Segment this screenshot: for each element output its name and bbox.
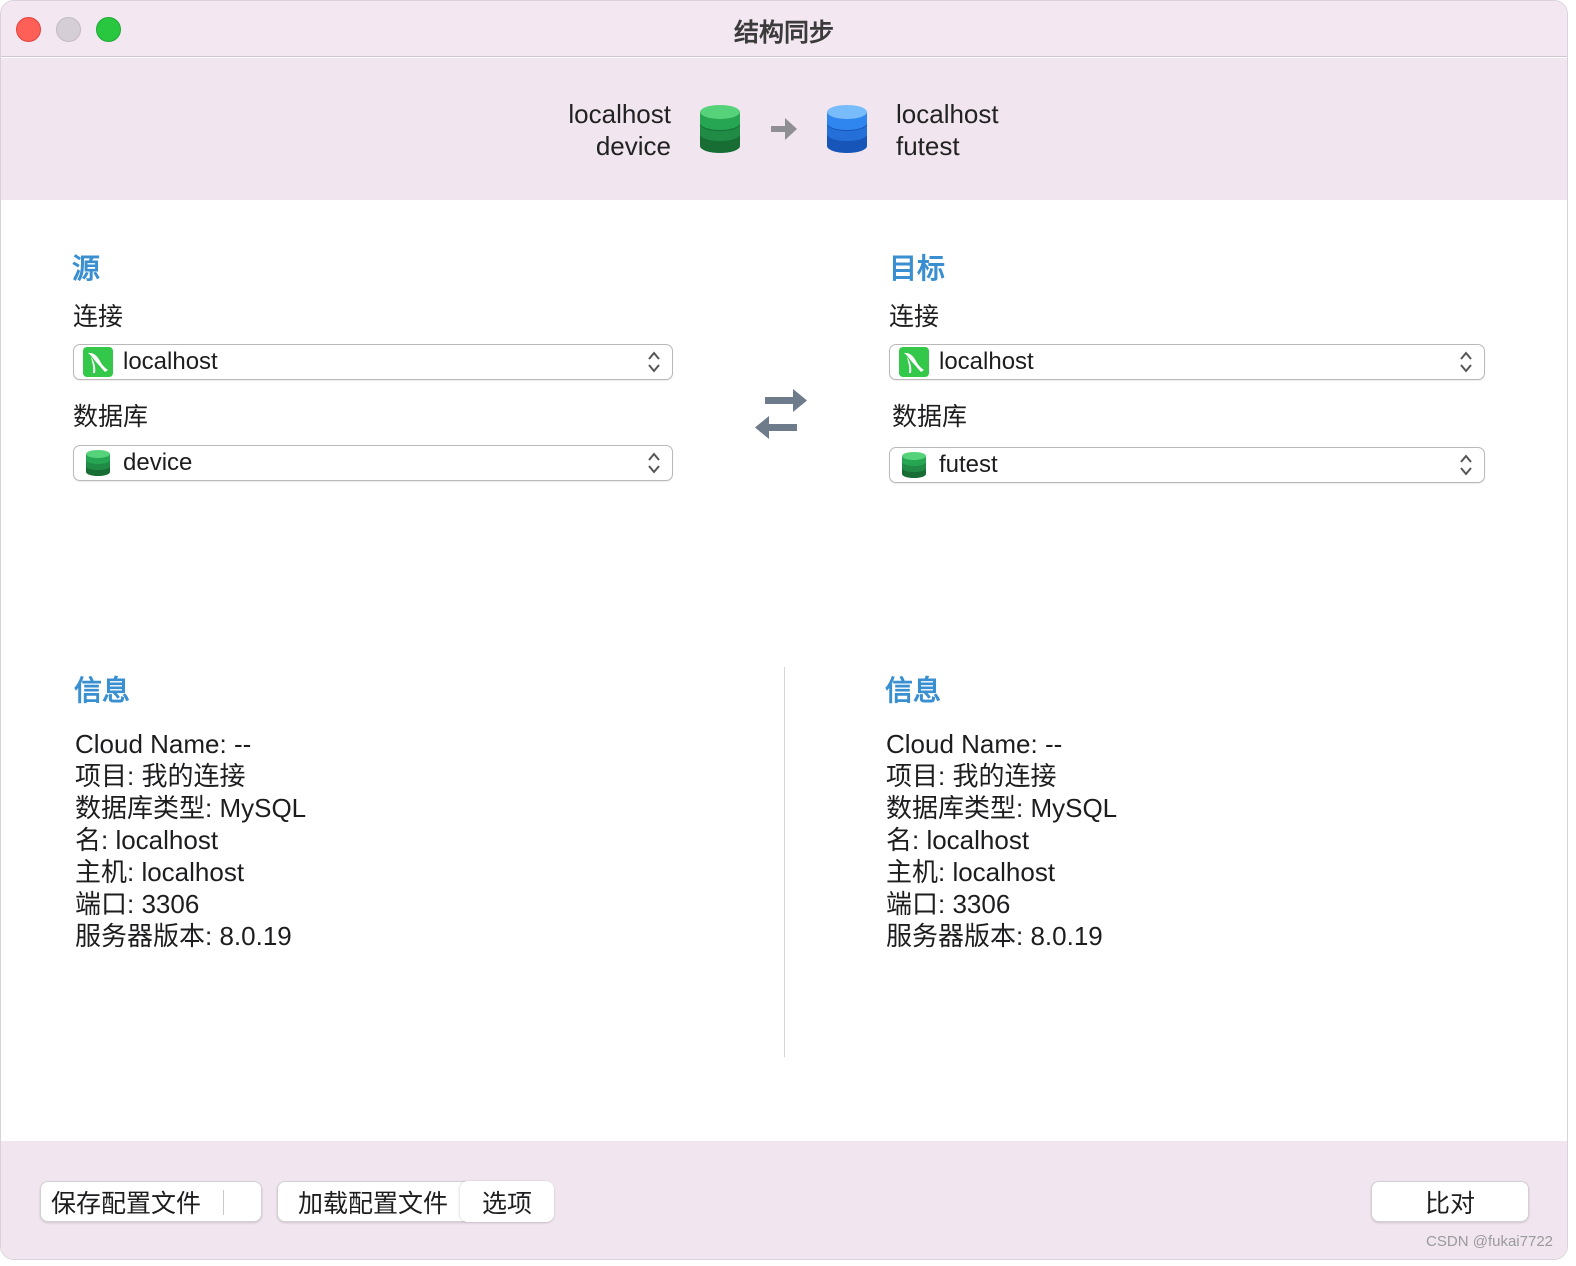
chevron-updown-icon xyxy=(648,452,660,474)
target-connection-label: 连接 xyxy=(889,303,940,331)
header-target: localhost futest xyxy=(896,98,999,162)
header-source-host: localhost xyxy=(568,99,671,129)
target-database-value: futest xyxy=(939,451,998,478)
load-profile-label: 加载配置文件 xyxy=(298,1189,449,1218)
source-connection-label: 连接 xyxy=(73,303,124,331)
info-port: 端口: 3306 xyxy=(75,889,200,919)
bottom-toolbar: 保存配置文件 ▾ 加载配置文件 选项 比对 xyxy=(1,1141,1567,1259)
watermark: CSDN @fukai7722 xyxy=(1426,1233,1553,1250)
mysql-connection-icon xyxy=(83,347,113,377)
info-db-type: 数据库类型: MySQL xyxy=(75,793,307,823)
column-divider xyxy=(784,667,785,1057)
info-server-version: 服务器版本: 8.0.19 xyxy=(75,921,292,951)
info-port: 端口: 3306 xyxy=(886,889,1011,919)
target-connection-value: localhost xyxy=(939,348,1034,375)
source-database-select[interactable]: device xyxy=(73,445,673,481)
info-server-version: 服务器版本: 8.0.19 xyxy=(886,921,1103,951)
source-connection-select[interactable]: localhost xyxy=(73,344,673,380)
info-name: 名: localhost xyxy=(75,825,219,855)
target-info-list: Cloud Name: -- 项目: 我的连接 数据库类型: MySQL 名: … xyxy=(886,728,1117,952)
header-source-database: device xyxy=(595,131,671,161)
sync-summary-header: localhost device localhost futest xyxy=(1,58,1567,200)
options-button[interactable]: 选项 xyxy=(460,1181,554,1222)
chevron-updown-icon xyxy=(1460,454,1472,476)
info-host: 主机: localhost xyxy=(886,857,1056,887)
source-database-value: device xyxy=(123,449,193,476)
mysql-connection-icon xyxy=(899,347,929,377)
header-target-host: localhost xyxy=(896,99,999,129)
swap-arrows-icon[interactable] xyxy=(753,387,809,441)
source-connection-value: localhost xyxy=(123,348,218,375)
info-project: 项目: 我的连接 xyxy=(886,761,1057,791)
info-project: 项目: 我的连接 xyxy=(75,761,246,791)
database-icon xyxy=(86,450,110,476)
chevron-updown-icon xyxy=(1460,351,1472,373)
button-separator xyxy=(223,1190,224,1215)
structure-sync-window: 结构同步 localhost device localhost futest 源… xyxy=(0,0,1568,1260)
info-cloud-name: Cloud Name: -- xyxy=(75,729,252,759)
info-cloud-name: Cloud Name: -- xyxy=(886,729,1063,759)
chevron-updown-icon xyxy=(648,351,660,373)
info-name: 名: localhost xyxy=(886,825,1030,855)
arrow-right-icon xyxy=(771,118,797,140)
info-db-type: 数据库类型: MySQL xyxy=(886,793,1118,823)
target-connection-select[interactable]: localhost xyxy=(889,344,1485,380)
compare-button[interactable]: 比对 xyxy=(1371,1181,1529,1222)
blue-database-icon xyxy=(827,105,867,153)
target-database-label: 数据库 xyxy=(892,403,968,431)
window-title: 结构同步 xyxy=(733,19,834,47)
info-host: 主机: localhost xyxy=(75,857,245,887)
target-info-title: 信息 xyxy=(885,675,942,706)
target-database-select[interactable]: futest xyxy=(889,447,1485,483)
header-target-database: futest xyxy=(896,131,960,161)
target-section-title: 目标 xyxy=(889,253,946,284)
title-bar: 结构同步 xyxy=(1,1,1567,57)
source-info-title: 信息 xyxy=(74,675,131,706)
green-database-icon xyxy=(700,105,740,153)
save-profile-label: 保存配置文件 xyxy=(51,1189,202,1218)
database-icon xyxy=(902,452,926,478)
header-source: localhost device xyxy=(568,98,671,162)
save-profile-button[interactable]: 保存配置文件 ▾ xyxy=(40,1181,284,1222)
source-info-list: Cloud Name: -- 项目: 我的连接 数据库类型: MySQL 名: … xyxy=(75,728,306,952)
source-database-label: 数据库 xyxy=(73,403,149,431)
source-section-title: 源 xyxy=(72,253,101,284)
